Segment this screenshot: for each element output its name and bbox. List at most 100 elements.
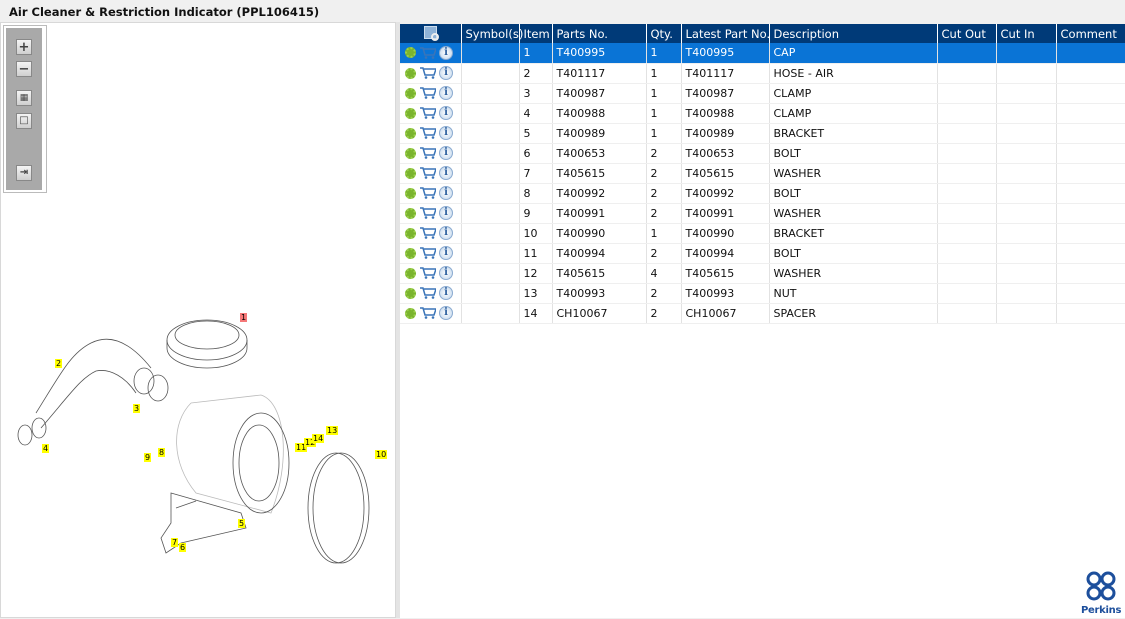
- table-row[interactable]: i 7 T405615 2 T405615 WASHER: [400, 163, 1125, 184]
- find-in-diagram-icon[interactable]: [423, 25, 439, 41]
- table-row[interactable]: i 4 T400988 1 T400988 CLAMP: [400, 103, 1125, 124]
- gear-icon[interactable]: [405, 267, 416, 279]
- description-cell: SPACER: [769, 303, 938, 324]
- info-icon[interactable]: i: [439, 106, 453, 120]
- gear-icon[interactable]: [405, 227, 416, 239]
- table-row[interactable]: i 1 T400995 1 T400995 CAP: [400, 43, 1125, 64]
- table-row[interactable]: i 9 T400991 2 T400991 WASHER: [400, 203, 1125, 224]
- info-icon[interactable]: i: [439, 206, 453, 220]
- comment-cell: [1056, 123, 1125, 144]
- info-icon[interactable]: i: [439, 86, 453, 100]
- symbols-cell: [461, 223, 520, 244]
- callout-6[interactable]: 6: [179, 543, 187, 552]
- table-row[interactable]: i 6 T400653 2 T400653 BOLT: [400, 143, 1125, 164]
- info-icon[interactable]: i: [439, 246, 453, 260]
- column-header[interactable]: Description: [769, 24, 938, 43]
- info-icon[interactable]: i: [439, 45, 453, 60]
- gear-icon[interactable]: [405, 207, 416, 219]
- cut-in-cell: [996, 283, 1057, 304]
- perkins-logo: Perkins: [1081, 570, 1121, 616]
- gear-icon[interactable]: [405, 167, 416, 179]
- gear-icon[interactable]: [405, 187, 416, 199]
- gear-icon[interactable]: [405, 87, 416, 99]
- row-actions: i: [400, 243, 462, 264]
- table-row[interactable]: i 8 T400992 2 T400992 BOLT: [400, 183, 1125, 204]
- column-header[interactable]: Qty.: [646, 24, 682, 43]
- cart-icon[interactable]: [420, 67, 436, 79]
- info-icon[interactable]: i: [439, 146, 453, 160]
- gear-icon[interactable]: [405, 147, 416, 159]
- callout-2[interactable]: 2: [55, 359, 63, 368]
- callout-7[interactable]: 7: [171, 538, 179, 547]
- callout-13[interactable]: 14: [312, 434, 325, 443]
- callout-1[interactable]: 1: [240, 313, 248, 322]
- table-row[interactable]: i 13 T400993 2 T400993 NUT: [400, 283, 1125, 304]
- callout-3[interactable]: 3: [133, 404, 141, 413]
- symbols-cell: [461, 303, 520, 324]
- table-row[interactable]: i 14 CH10067 2 CH10067 SPACER: [400, 303, 1125, 324]
- gear-icon[interactable]: [405, 107, 416, 119]
- column-header-find[interactable]: [400, 24, 462, 43]
- latest-part-cell: T400653: [681, 143, 770, 164]
- table-row[interactable]: i 10 T400990 1 T400990 BRACKET: [400, 223, 1125, 244]
- info-icon[interactable]: i: [439, 286, 453, 300]
- table-row[interactable]: i 11 T400994 2 T400994 BOLT: [400, 243, 1125, 264]
- column-header[interactable]: Item: [519, 24, 553, 43]
- callout-9[interactable]: 9: [144, 453, 152, 462]
- column-header[interactable]: Cut Out: [937, 24, 997, 43]
- cart-icon[interactable]: [420, 307, 436, 319]
- callout-5[interactable]: 5: [238, 519, 246, 528]
- callout-4[interactable]: 4: [42, 444, 50, 453]
- column-header[interactable]: Parts No.: [552, 24, 647, 43]
- table-row[interactable]: i 5 T400989 1 T400989 BRACKET: [400, 123, 1125, 144]
- cart-icon[interactable]: [420, 247, 436, 259]
- cart-icon[interactable]: [420, 207, 436, 219]
- cart-icon[interactable]: [420, 227, 436, 239]
- info-icon[interactable]: i: [439, 126, 453, 140]
- comment-cell: [1056, 243, 1125, 264]
- callout-10[interactable]: 10: [375, 450, 388, 459]
- part-number-cell: T400987: [552, 83, 647, 104]
- column-header[interactable]: Comment: [1056, 24, 1125, 43]
- cut-out-cell: [937, 83, 997, 104]
- cut-in-cell: [996, 123, 1057, 144]
- table-row[interactable]: i 2 T401117 1 T401117 HOSE - AIR: [400, 63, 1125, 84]
- diagram-panel[interactable]: + − ▦ □ ⇥ 1 2 3 4 5 6 7 8 9 10 11 12 14 …: [0, 22, 396, 618]
- row-actions: i: [400, 83, 462, 104]
- cart-icon[interactable]: [420, 187, 436, 199]
- info-icon[interactable]: i: [439, 266, 453, 280]
- column-header[interactable]: Latest Part No.: [681, 24, 770, 43]
- cart-icon[interactable]: [420, 147, 436, 159]
- cut-in-cell: [996, 103, 1057, 124]
- row-actions: i: [400, 43, 462, 64]
- gear-icon[interactable]: [405, 247, 416, 259]
- table-row[interactable]: i 12 T405615 4 T405615 WASHER: [400, 263, 1125, 284]
- gear-icon[interactable]: [405, 47, 416, 59]
- gear-icon[interactable]: [405, 127, 416, 139]
- callout-14[interactable]: 13: [326, 426, 339, 435]
- latest-part-cell: T400995: [681, 43, 770, 64]
- item-cell: 9: [519, 203, 553, 224]
- info-icon[interactable]: i: [439, 226, 453, 240]
- info-icon[interactable]: i: [439, 186, 453, 200]
- cart-icon[interactable]: [420, 287, 436, 299]
- cart-icon[interactable]: [420, 47, 436, 59]
- gear-icon[interactable]: [405, 307, 416, 319]
- info-icon[interactable]: i: [439, 306, 453, 320]
- cart-icon[interactable]: [420, 127, 436, 139]
- column-header[interactable]: Cut In: [996, 24, 1057, 43]
- column-header[interactable]: Symbol(s): [461, 24, 523, 43]
- gear-icon[interactable]: [405, 67, 416, 79]
- cart-icon[interactable]: [420, 87, 436, 99]
- gear-icon[interactable]: [405, 287, 416, 299]
- cart-icon[interactable]: [420, 107, 436, 119]
- row-actions: i: [400, 183, 462, 204]
- cart-icon[interactable]: [420, 267, 436, 279]
- callout-8[interactable]: 8: [158, 448, 166, 457]
- cut-out-cell: [937, 183, 997, 204]
- info-icon[interactable]: i: [439, 66, 453, 80]
- cut-out-cell: [937, 243, 997, 264]
- table-row[interactable]: i 3 T400987 1 T400987 CLAMP: [400, 83, 1125, 104]
- cart-icon[interactable]: [420, 167, 436, 179]
- info-icon[interactable]: i: [439, 166, 453, 180]
